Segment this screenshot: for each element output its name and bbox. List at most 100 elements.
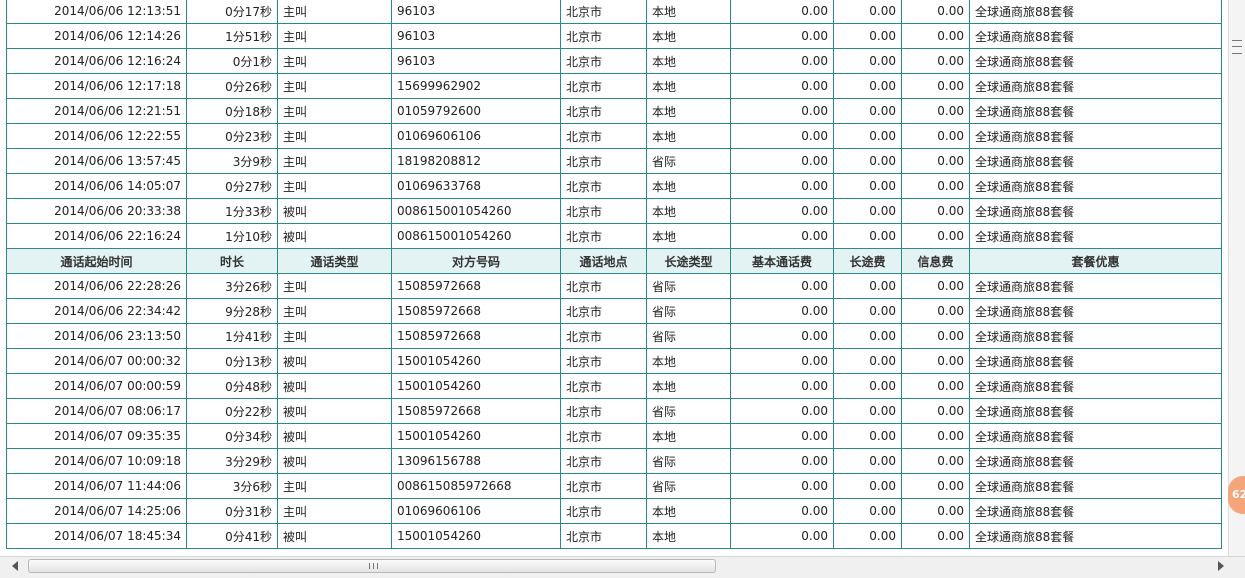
cell-info-fee: 0.00 <box>901 323 970 349</box>
cell-ld-fee: 0.00 <box>833 423 902 449</box>
header-call-type: 通话类型 <box>277 248 392 274</box>
table-row: 2014/06/06 12:14:26 1分51秒 主叫 96103 北京市 本地 0.00… <box>6 23 1222 49</box>
cell-info-fee: 0.00 <box>901 423 970 449</box>
cell-ld-fee: 0.00 <box>833 498 902 524</box>
cell-location: 北京市 <box>560 98 647 124</box>
cell-plan-discount: 全球通商旅88套餐 <box>969 498 1222 524</box>
cell-duration: 0分23秒 <box>186 123 278 149</box>
cell-info-fee: 0.00 <box>901 373 970 399</box>
cell-peer-number: 01059792600 <box>391 98 561 124</box>
cell-ld-fee: 0.00 <box>833 373 902 399</box>
cell-start-time: 2014/06/06 13:57:45 <box>6 148 187 174</box>
cell-call-type: 主叫 <box>277 73 392 99</box>
header-peer-number: 对方号码 <box>391 248 561 274</box>
header-basic-fee: 基本通话费 <box>730 248 834 274</box>
cell-duration: 1分41秒 <box>186 323 278 349</box>
floating-badge[interactable]: 62 <box>1228 476 1245 514</box>
cell-duration: 3分6秒 <box>186 473 278 499</box>
scroll-left-arrow-icon[interactable] <box>12 561 18 571</box>
cell-peer-number: 15001054260 <box>391 423 561 449</box>
cell-ld-type: 本地 <box>646 173 731 199</box>
cell-plan-discount: 全球通商旅88套餐 <box>969 173 1222 199</box>
cell-basic-fee: 0.00 <box>730 98 834 124</box>
table-row: 2014/06/06 20:33:38 1分33秒 被叫 00861500105426… <box>6 198 1222 224</box>
cell-ld-type: 本地 <box>646 23 731 49</box>
header-ld-type: 长途类型 <box>646 248 731 274</box>
cell-basic-fee: 0.00 <box>730 48 834 74</box>
cell-ld-fee: 0.00 <box>833 298 902 324</box>
cell-info-fee: 0.00 <box>901 123 970 149</box>
cell-peer-number: 15001054260 <box>391 348 561 374</box>
cell-duration: 0分26秒 <box>186 73 278 99</box>
cell-basic-fee: 0.00 <box>730 523 834 549</box>
cell-plan-discount: 全球通商旅88套餐 <box>969 148 1222 174</box>
cell-peer-number: 96103 <box>391 23 561 49</box>
cell-start-time: 2014/06/07 11:44:06 <box>6 473 187 499</box>
cell-basic-fee: 0.00 <box>730 373 834 399</box>
table-row: 2014/06/07 10:09:18 3分29秒 被叫 13096156788 北京市… <box>6 448 1222 474</box>
table-row: 2014/06/06 23:13:50 1分41秒 主叫 15085972668 北京市… <box>6 323 1222 349</box>
cell-duration: 0分48秒 <box>186 373 278 399</box>
cell-basic-fee: 0.00 <box>730 298 834 324</box>
cell-plan-discount: 全球通商旅88套餐 <box>969 348 1222 374</box>
horizontal-scrollbar[interactable] <box>0 556 1245 578</box>
cell-plan-discount: 全球通商旅88套餐 <box>969 23 1222 49</box>
cell-ld-type: 省际 <box>646 323 731 349</box>
table-row: 2014/06/06 12:22:55 0分23秒 主叫 01069606106 北京市… <box>6 123 1222 149</box>
cell-peer-number: 96103 <box>391 48 561 74</box>
cell-ld-fee: 0.00 <box>833 48 902 74</box>
cell-ld-fee: 0.00 <box>833 273 902 299</box>
cell-location: 北京市 <box>560 348 647 374</box>
table-header-row: 通话起始时间 时长 通话类型 对方号码 通话地点 长途类型 基本通话费 长途费 信息费 套餐优惠 <box>6 248 1222 274</box>
cell-basic-fee: 0.00 <box>730 198 834 224</box>
vertical-scrollbar[interactable] <box>1228 0 1245 556</box>
table-row: 2014/06/06 22:34:42 9分28秒 主叫 15085972668 北京市… <box>6 298 1222 324</box>
cell-peer-number: 15001054260 <box>391 523 561 549</box>
cell-info-fee: 0.00 <box>901 73 970 99</box>
cell-info-fee: 0.00 <box>901 23 970 49</box>
table-row: 2014/06/06 22:28:26 3分26秒 主叫 15085972668 北京市… <box>6 273 1222 299</box>
cell-location: 北京市 <box>560 48 647 74</box>
cell-ld-type: 本地 <box>646 123 731 149</box>
cell-plan-discount: 全球通商旅88套餐 <box>969 123 1222 149</box>
cell-peer-number: 15085972668 <box>391 298 561 324</box>
cell-plan-discount: 全球通商旅88套餐 <box>969 98 1222 124</box>
header-location: 通话地点 <box>560 248 647 274</box>
scroll-right-arrow-icon[interactable] <box>1218 561 1224 571</box>
cell-location: 北京市 <box>560 498 647 524</box>
cell-info-fee: 0.00 <box>901 473 970 499</box>
horizontal-scroll-thumb[interactable] <box>28 559 716 573</box>
cell-plan-discount: 全球通商旅88套餐 <box>969 273 1222 299</box>
cell-ld-type: 省际 <box>646 273 731 299</box>
cell-plan-discount: 全球通商旅88套餐 <box>969 373 1222 399</box>
cell-info-fee: 0.00 <box>901 48 970 74</box>
cell-call-type: 主叫 <box>277 273 392 299</box>
cell-peer-number: 008615001054260 <box>391 198 561 224</box>
cell-ld-type: 本地 <box>646 0 731 24</box>
cell-ld-type: 本地 <box>646 348 731 374</box>
cell-ld-type: 省际 <box>646 398 731 424</box>
cell-peer-number: 01069606106 <box>391 123 561 149</box>
cell-info-fee: 0.00 <box>901 148 970 174</box>
cell-ld-fee: 0.00 <box>833 223 902 249</box>
cell-location: 北京市 <box>560 523 647 549</box>
cell-call-type: 主叫 <box>277 148 392 174</box>
cell-start-time: 2014/06/06 12:17:18 <box>6 73 187 99</box>
cell-info-fee: 0.00 <box>901 498 970 524</box>
cell-plan-discount: 全球通商旅88套餐 <box>969 398 1222 424</box>
cell-call-type: 主叫 <box>277 98 392 124</box>
cell-peer-number: 96103 <box>391 0 561 24</box>
cell-peer-number: 13096156788 <box>391 448 561 474</box>
header-ld-fee: 长途费 <box>833 248 902 274</box>
cell-plan-discount: 全球通商旅88套餐 <box>969 323 1222 349</box>
cell-ld-fee: 0.00 <box>833 398 902 424</box>
cell-start-time: 2014/06/07 10:09:18 <box>6 448 187 474</box>
table-row: 2014/06/06 14:05:07 0分27秒 主叫 01069633768 北京市… <box>6 173 1222 199</box>
cell-basic-fee: 0.00 <box>730 73 834 99</box>
cell-ld-fee: 0.00 <box>833 23 902 49</box>
cell-info-fee: 0.00 <box>901 398 970 424</box>
cell-plan-discount: 全球通商旅88套餐 <box>969 523 1222 549</box>
cell-ld-fee: 0.00 <box>833 523 902 549</box>
cell-ld-fee: 0.00 <box>833 173 902 199</box>
cell-call-type: 主叫 <box>277 323 392 349</box>
